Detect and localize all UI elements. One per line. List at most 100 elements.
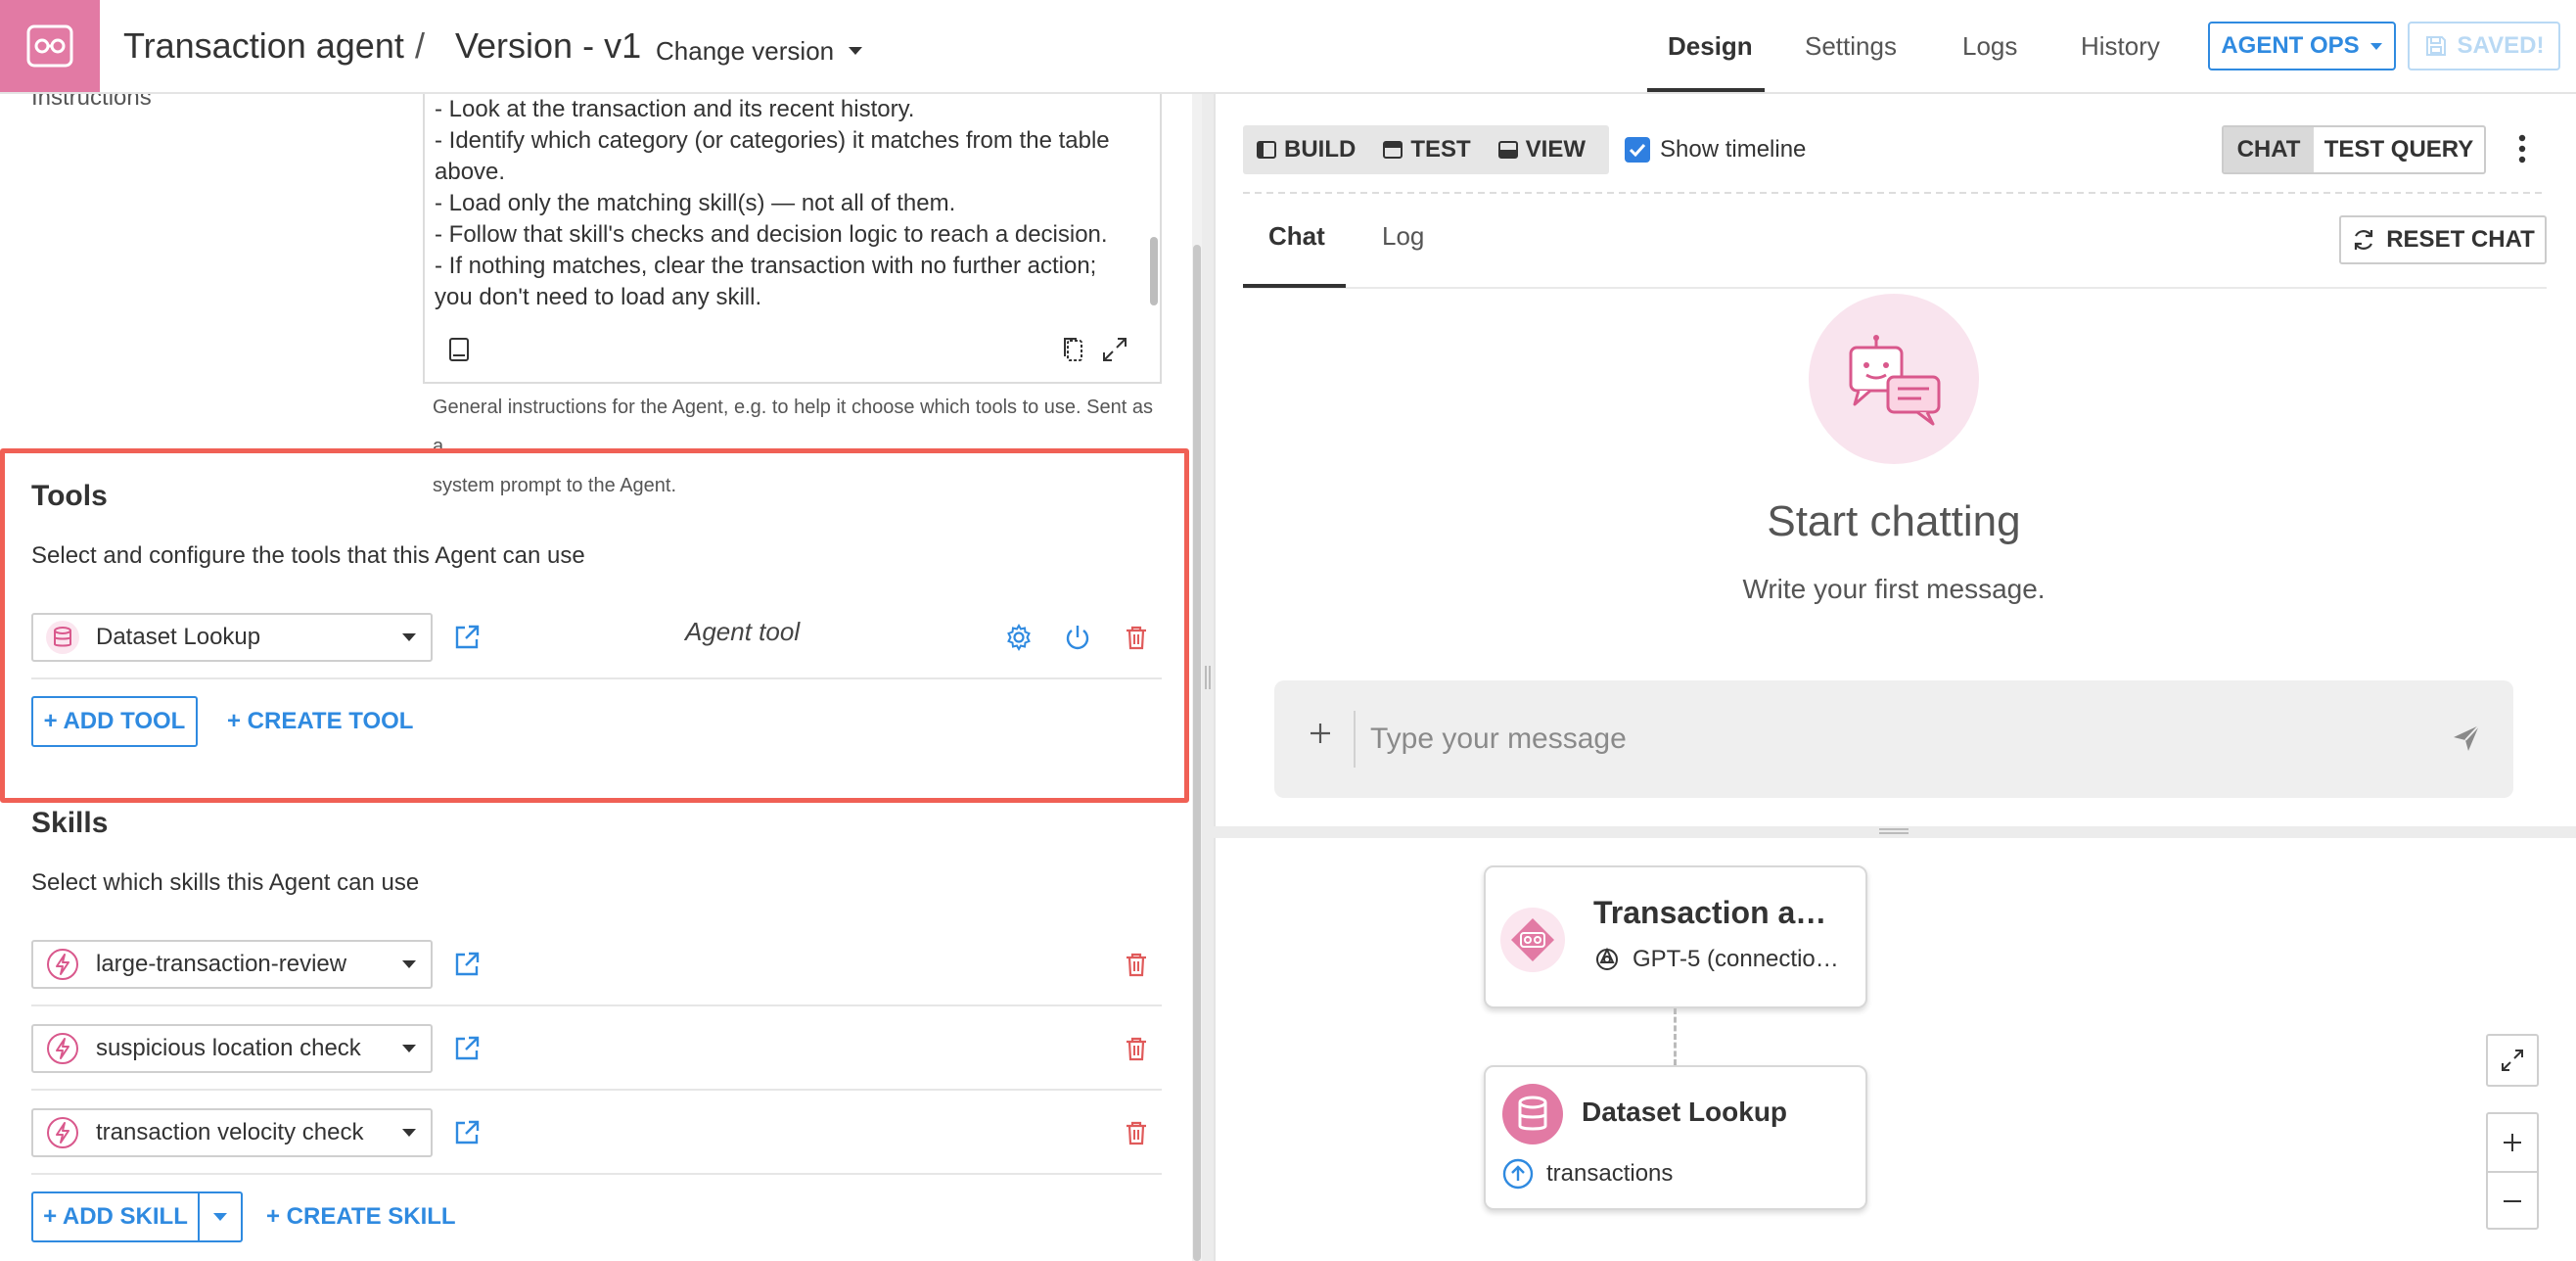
show-timeline-checkbox[interactable] [1625, 137, 1650, 163]
agent-logo-icon[interactable] [0, 0, 100, 92]
lightning-icon [47, 949, 78, 980]
book-icon[interactable] [444, 335, 474, 364]
expand-icon[interactable] [1100, 335, 1129, 364]
gear-icon[interactable] [1004, 623, 1034, 652]
tab-design[interactable]: Design [1668, 23, 1753, 69]
external-link-icon[interactable] [452, 1118, 482, 1147]
breadcrumb-agent-name[interactable]: Transaction agent [123, 22, 404, 70]
divider [31, 1089, 1162, 1091]
mode-view-button[interactable]: VIEW [1485, 125, 1599, 174]
saved-button[interactable]: SAVED! [2408, 22, 2560, 70]
skill-select-transaction-velocity-check[interactable]: transaction velocity check [31, 1108, 433, 1157]
agent-graph-canvas[interactable] [1214, 838, 2576, 1261]
tool-node-dataset-lookup[interactable]: Dataset Lookup transactions [1484, 1065, 1867, 1210]
divider [31, 677, 1162, 679]
zoom-controls [2486, 1112, 2539, 1230]
power-icon[interactable] [1063, 623, 1092, 652]
divider [31, 1173, 1162, 1175]
plus-icon[interactable] [1308, 721, 1333, 746]
composer-divider [1354, 711, 1356, 768]
agent-ops-button[interactable]: AGENT OPS [2208, 22, 2396, 70]
trash-icon[interactable] [1122, 1034, 1151, 1063]
chat-query-toggle: CHAT TEST QUERY [2222, 125, 2486, 174]
copy-icon[interactable] [1059, 335, 1088, 364]
splitter-grip-icon[interactable] [1205, 666, 1211, 689]
reset-chat-button[interactable]: RESET CHAT [2339, 215, 2547, 264]
plus-icon [2504, 1134, 2521, 1151]
change-version-label: Change version [656, 35, 835, 66]
caret-down-icon [2369, 42, 2382, 50]
mode-test-button[interactable]: TEST [1369, 125, 1484, 174]
add-skill-button[interactable]: + ADD SKILL [31, 1191, 200, 1242]
message-input[interactable] [1370, 713, 2427, 766]
instructions-text[interactable]: - Look at the transaction and its recent… [435, 94, 1139, 313]
create-skill-button[interactable]: + CREATE SKILL [266, 1191, 456, 1242]
change-version-dropdown[interactable]: Change version [656, 29, 863, 72]
trash-icon[interactable] [1122, 623, 1151, 652]
expand-icon [2502, 1050, 2523, 1071]
instructions-editor[interactable]: - Look at the transaction and its recent… [423, 94, 1162, 384]
caret-down-icon [213, 1213, 227, 1221]
mode-build-button[interactable]: BUILD [1243, 125, 1369, 174]
external-link-icon[interactable] [452, 950, 482, 979]
panel-layout-icon [1497, 141, 1518, 159]
window-layout-icon [1383, 141, 1403, 159]
instructions-line: - Follow that skill's checks and decisio… [435, 221, 1108, 248]
node-connector [1674, 1008, 1677, 1065]
empty-chat-title: Start chatting [1767, 497, 2021, 545]
external-link-icon[interactable] [452, 1034, 482, 1063]
add-skill-dropdown-button[interactable] [198, 1191, 243, 1242]
left-panel-scrollbar-thumb[interactable] [1193, 245, 1201, 1261]
external-link-icon[interactable] [452, 623, 482, 652]
skill-select-large-transaction-review[interactable]: large-transaction-review [31, 940, 433, 989]
instructions-line: above. [435, 159, 506, 185]
instructions-line: - If nothing matches, clear the transact… [435, 253, 1097, 279]
zoom-out-button[interactable] [2488, 1173, 2537, 1230]
create-tool-button[interactable]: + CREATE TOOL [227, 696, 413, 747]
mode-build-label: BUILD [1284, 136, 1357, 163]
lightning-icon [47, 1033, 78, 1064]
tool-node-title: Dataset Lookup [1582, 1097, 1788, 1127]
send-icon[interactable] [2451, 723, 2482, 754]
tool-node-dataset-label: transactions [1546, 1160, 1674, 1187]
fit-view-button[interactable] [2486, 1034, 2539, 1087]
caret-down-icon [402, 960, 416, 968]
instructions-scrollbar[interactable] [1150, 237, 1158, 305]
splitter-grip-icon[interactable] [1879, 828, 1909, 834]
divider [31, 1004, 1162, 1006]
tab-log[interactable]: Log [1382, 221, 1424, 252]
mode-view-label: VIEW [1525, 136, 1587, 163]
tab-settings[interactable]: Settings [1805, 23, 1897, 69]
show-timeline-label: Show timeline [1660, 136, 1807, 163]
tab-logs[interactable]: Logs [1962, 23, 2017, 69]
toggle-chat-button[interactable]: CHAT [2224, 127, 2314, 172]
add-tool-button[interactable]: + ADD TOOL [31, 696, 198, 747]
tab-history[interactable]: History [2081, 23, 2160, 69]
zoom-in-button[interactable] [2488, 1114, 2537, 1171]
agent-node[interactable]: Transaction a… GPT-5 (connectio… [1484, 865, 1867, 1008]
agent-node-model: GPT-5 (connectio… [1593, 946, 1839, 973]
mode-test-label: TEST [1410, 136, 1471, 163]
skill-select-suspicious-location-check[interactable]: suspicious location check [31, 1024, 433, 1073]
more-vertical-icon[interactable] [2517, 133, 2527, 164]
tabs-baseline [1243, 287, 2547, 289]
trash-icon[interactable] [1122, 1118, 1151, 1147]
save-disk-icon [2425, 36, 2446, 56]
upload-circle-icon [1502, 1158, 1534, 1190]
toggle-test-query-button[interactable]: TEST QUERY [2314, 127, 2484, 172]
tools-description: Select and configure the tools that this… [31, 542, 585, 569]
agent-ops-label: AGENT OPS [2221, 32, 2360, 59]
lightning-icon [47, 1117, 78, 1148]
tab-chat[interactable]: Chat [1268, 221, 1325, 252]
openai-logo-icon [1596, 947, 1618, 970]
saved-label: SAVED! [2457, 32, 2545, 59]
active-chat-tab-indicator [1243, 284, 1346, 288]
skill-select-label: transaction velocity check [96, 1119, 364, 1145]
caret-down-icon [402, 1129, 416, 1137]
check-icon [1629, 143, 1646, 157]
agent-node-model-label: GPT-5 (connectio… [1633, 946, 1839, 972]
trash-icon[interactable] [1122, 950, 1151, 979]
show-timeline-toggle[interactable]: Show timeline [1625, 131, 1806, 168]
tool-select-dataset-lookup[interactable]: Dataset Lookup [31, 613, 433, 662]
skills-description: Select which skills this Agent can use [31, 869, 420, 896]
